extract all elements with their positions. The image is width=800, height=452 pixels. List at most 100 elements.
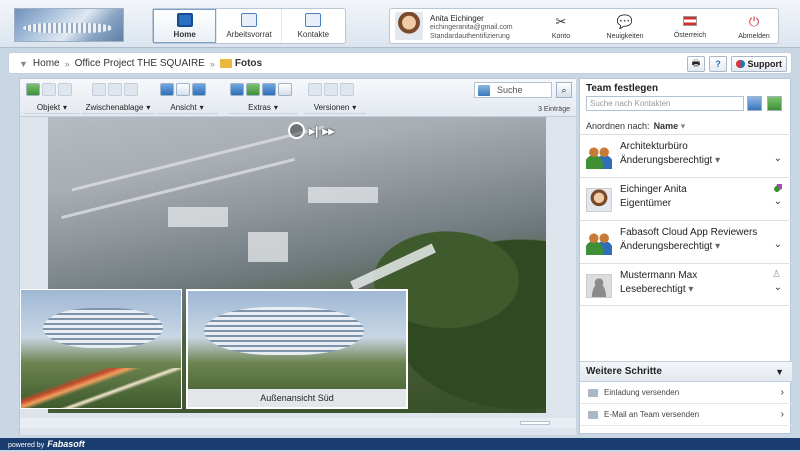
nav-contacts[interactable]: Kontakte	[282, 9, 345, 43]
search-input[interactable]: Suche	[474, 82, 552, 98]
chevron-down-icon: ▾	[680, 121, 686, 131]
breadcrumb-dropdown-icon[interactable]: ▼	[19, 59, 28, 69]
help-button[interactable]: ?	[709, 56, 727, 72]
support-icon	[736, 60, 745, 68]
paste-icon[interactable]	[124, 83, 138, 96]
version-back-icon[interactable]	[308, 83, 322, 96]
slideshow-controls: ▸| ▸▸	[288, 122, 334, 139]
project-logo-image[interactable]	[14, 8, 124, 42]
scrollbar-thumb[interactable]	[520, 421, 550, 425]
extras-tools	[230, 83, 292, 96]
upload-icon[interactable]	[246, 83, 260, 96]
photo-thumbnail-selected[interactable]: Außenansicht Süd	[186, 289, 408, 409]
email-icon	[588, 411, 598, 419]
support-button[interactable]: Support	[731, 56, 787, 72]
send-invitation-link[interactable]: Einladung versenden ›	[580, 382, 792, 404]
invitation-icon	[588, 389, 598, 397]
chevron-down-icon: ▾	[688, 284, 694, 295]
list-icon[interactable]	[176, 83, 190, 96]
printer-icon: 🖶	[691, 58, 701, 68]
object-tools	[26, 83, 72, 96]
step-forward-icon[interactable]: ▸|	[309, 124, 318, 138]
edit-icon[interactable]	[42, 83, 56, 96]
user-auth: Standardauthentifizierung	[430, 33, 510, 40]
version-forward-icon[interactable]	[324, 83, 338, 96]
expand-chevron-icon[interactable]: ⌄	[774, 239, 782, 250]
breadcrumb-current[interactable]: Fotos	[219, 58, 262, 69]
fast-forward-icon[interactable]: ▸▸	[322, 124, 334, 138]
menu-objekt[interactable]: Objekt ▾	[24, 101, 80, 114]
user-box: Anita Eichinger eichingeranita@gmail.com…	[389, 8, 779, 44]
version-tools	[308, 83, 354, 96]
download-icon[interactable]	[262, 83, 276, 96]
chevron-down-icon: ▾	[146, 102, 151, 112]
member-role[interactable]: Änderungsberechtigt ▾	[620, 155, 720, 166]
menu-extras[interactable]: Extras ▾	[228, 101, 298, 114]
chevron-down-icon: ▾	[715, 155, 721, 166]
fabasoft-brand[interactable]: Fabasoft	[47, 439, 85, 449]
contact-search-icon[interactable]	[747, 96, 762, 111]
sort-control[interactable]: Anordnen nach: Name ▾	[586, 121, 685, 132]
search-field-icon	[478, 85, 490, 96]
clipboard-tools	[92, 83, 138, 96]
add-icon[interactable]	[26, 83, 40, 96]
menu-versionen[interactable]: Versionen ▾	[304, 101, 366, 114]
further-steps-header[interactable]: Weitere Schritte ▼	[580, 362, 792, 382]
team-member[interactable]: Fabasoft Cloud App Reviewers Änderungsbe…	[580, 220, 792, 263]
team-panel: Team festlegen Suche nach Kontakten Anor…	[579, 78, 792, 434]
menu-ansicht[interactable]: Ansicht ▾	[156, 101, 218, 114]
expand-chevron-icon[interactable]: ⌄	[774, 196, 782, 207]
member-role[interactable]: Änderungsberechtigt ▾	[620, 241, 720, 252]
news-button[interactable]: 💬 Neuigkeiten	[600, 9, 650, 45]
folder-icon	[219, 58, 232, 68]
refresh-icon[interactable]	[192, 83, 206, 96]
version-compare-icon[interactable]	[340, 83, 354, 96]
cut-icon[interactable]	[92, 83, 106, 96]
tools-icon: ✂	[555, 13, 567, 29]
email-team-link[interactable]: E-Mail an Team versenden ›	[580, 404, 792, 426]
play-icon[interactable]	[288, 122, 305, 139]
user-photo-icon	[586, 188, 612, 212]
breadcrumb-home[interactable]: Home	[33, 58, 60, 69]
user-email: eichingeranita@gmail.com	[430, 24, 513, 31]
search-button[interactable]: ⌕	[556, 82, 572, 98]
horizontal-scrollbar[interactable]	[20, 418, 576, 428]
user-outline-icon: ♙	[772, 269, 781, 280]
group-icon	[586, 231, 612, 255]
user-avatar[interactable]	[395, 12, 423, 40]
view-mode-icon[interactable]	[160, 83, 174, 96]
contact-search-input[interactable]: Suche nach Kontakten	[586, 96, 744, 111]
copy-icon[interactable]	[108, 83, 122, 96]
footer: powered by Fabasoft	[0, 438, 800, 450]
account-button[interactable]: ✂ Konto	[536, 9, 586, 45]
add-contact-icon[interactable]	[767, 96, 782, 111]
logout-button[interactable]: ⏻ Abmelden	[729, 9, 779, 45]
country-button[interactable]: Österreich	[665, 9, 715, 45]
chat-icon: 💬	[616, 13, 634, 29]
breadcrumb-bar: ▼ Home » Office Project THE SQUAIRE » Fo…	[8, 52, 792, 74]
chevron-right-icon: ›	[780, 409, 784, 420]
pin-icon[interactable]	[230, 83, 244, 96]
chevron-down-icon: ▾	[199, 102, 204, 112]
chevron-down-icon: ▾	[273, 102, 278, 112]
delete-icon[interactable]	[58, 83, 72, 96]
chevron-down-icon: ▾	[63, 102, 68, 112]
member-role[interactable]: Leseberechtigt ▾	[620, 284, 693, 295]
print-button[interactable]: 🖶	[687, 56, 705, 72]
team-member[interactable]: Mustermann Max Leseberechtigt ▾ ♙ ⌄	[580, 263, 792, 306]
breadcrumb-project[interactable]: Office Project THE SQUAIRE	[75, 58, 205, 69]
team-member[interactable]: Eichinger Anita Eigentümer ⌄	[580, 177, 792, 220]
nav-worklist[interactable]: Arbeitsvorrat	[217, 9, 282, 43]
object-toolbar: Objekt ▾ Zwischenablage ▾ Ansicht ▾ Extras ▾…	[20, 79, 576, 117]
collapse-icon[interactable]: ▼	[775, 362, 784, 382]
expand-chevron-icon[interactable]: ⌄	[774, 282, 782, 293]
owner-icon	[772, 184, 782, 194]
team-member[interactable]: Architekturbüro Änderungsberechtigt ▾ ⌄	[580, 134, 792, 177]
photo-thumbnail[interactable]	[20, 289, 182, 409]
view-tools	[160, 83, 206, 96]
properties-icon[interactable]	[278, 83, 292, 96]
menu-zwischenablage[interactable]: Zwischenablage ▾	[82, 101, 154, 114]
chevron-down-icon: ▾	[352, 102, 357, 112]
nav-home[interactable]: Home	[153, 9, 218, 43]
expand-chevron-icon[interactable]: ⌄	[774, 153, 782, 164]
